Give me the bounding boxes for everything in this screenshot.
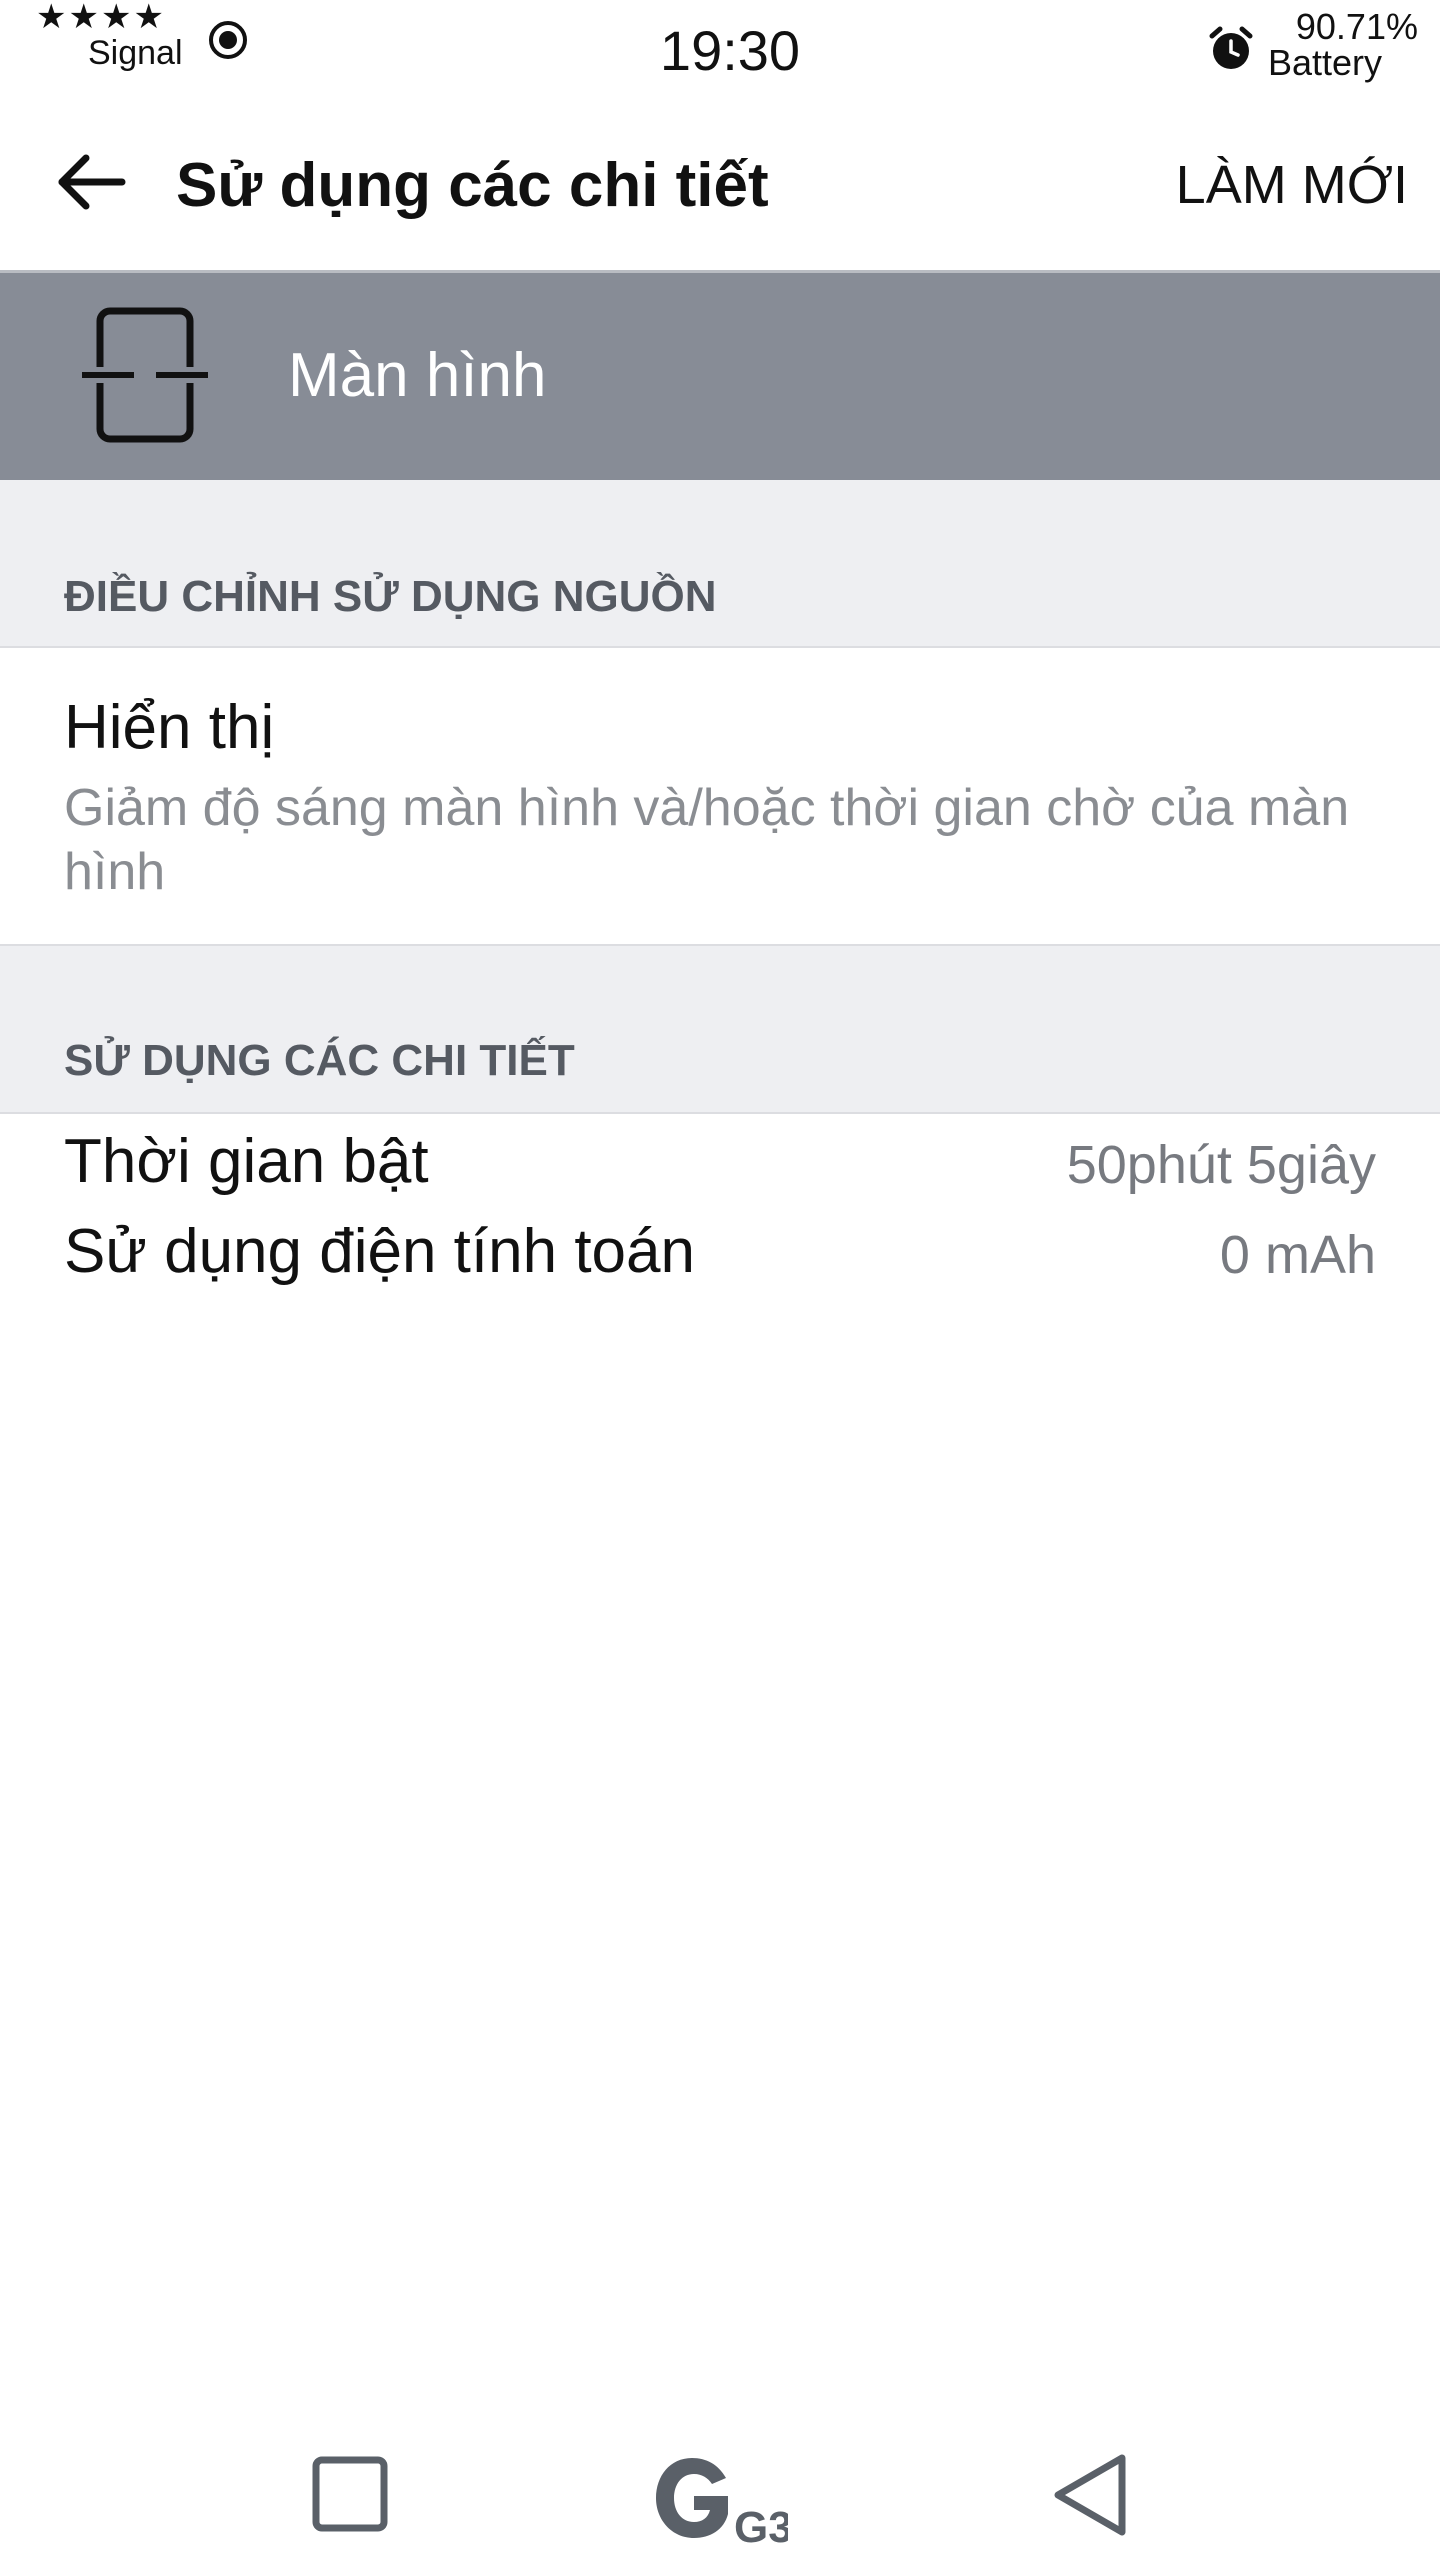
- detail-value: 50phút 5giây: [1066, 1135, 1376, 1195]
- back-triangle-icon[interactable]: [1050, 2452, 1130, 2538]
- detail-label: Thời gian bật: [64, 1127, 429, 1196]
- section-header-adjust-power: ĐIỀU CHỈNH SỬ DỤNG NGUỒN: [0, 480, 1440, 648]
- detail-value: 0 mAh: [1219, 1225, 1376, 1285]
- section-header-label: ĐIỀU CHỈNH SỬ DỤNG NGUỒN: [64, 572, 717, 621]
- home-logo-text: G3: [734, 2503, 788, 2548]
- screen-header-band: [0, 273, 1440, 480]
- screen-icon: [82, 307, 208, 443]
- section-header-label: SỬ DỤNG CÁC CHI TIẾT: [64, 1036, 575, 1085]
- display-item-summary: Giảm độ sáng màn hình và/hoặc thời gian …: [64, 779, 1350, 901]
- display-item-title: Hiển thị: [64, 693, 275, 762]
- alarm-icon: [1209, 26, 1253, 69]
- signal-stars: ★★★★: [36, 0, 166, 36]
- battery-label: Battery: [1267, 42, 1382, 83]
- display-settings-item[interactable]: Hiển thị Giảm độ sáng màn hình và/hoặc t…: [0, 648, 1440, 946]
- home-g3-icon[interactable]: G3: [648, 2448, 788, 2548]
- detail-row-power-use: Sử dụng điện tính toán 0 mAh: [0, 1210, 1440, 1300]
- back-button[interactable]: [50, 142, 130, 222]
- recents-icon[interactable]: [310, 2454, 390, 2534]
- detail-row-on-time: Thời gian bật 50phút 5giây: [0, 1120, 1440, 1210]
- section-header-usage-details: SỬ DỤNG CÁC CHI TIẾT: [0, 946, 1440, 1114]
- arrow-left-icon: [58, 154, 126, 210]
- detail-label: Sử dụng điện tính toán: [64, 1217, 695, 1286]
- signal-label: Signal: [88, 34, 183, 72]
- screen-label: Màn hình: [288, 341, 547, 410]
- page-title: Sử dụng các chi tiết: [176, 151, 769, 220]
- signal-icon: [209, 21, 247, 59]
- status-time: 19:30: [659, 19, 801, 82]
- refresh-button[interactable]: LÀM MỚI: [1176, 154, 1408, 216]
